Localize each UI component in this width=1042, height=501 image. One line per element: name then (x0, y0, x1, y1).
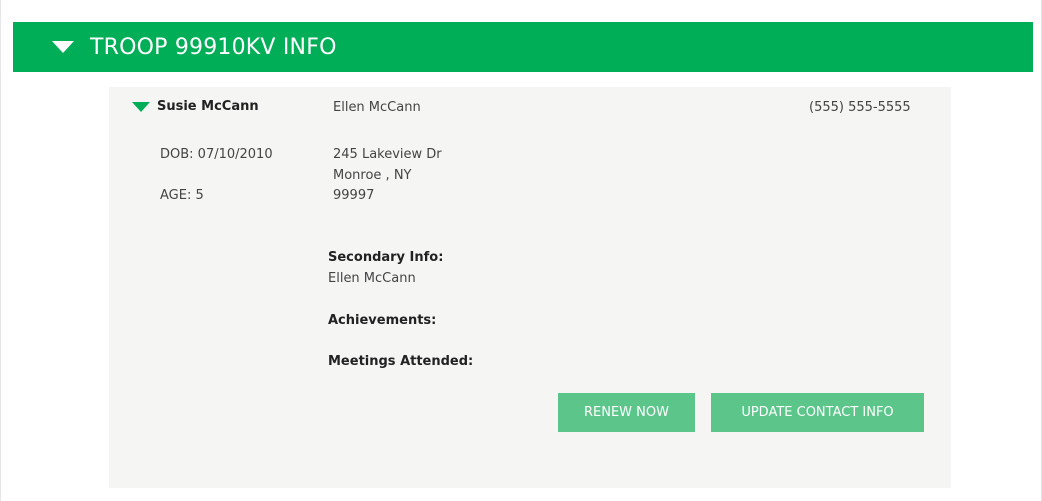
renew-now-button[interactable]: RENEW NOW (558, 393, 695, 432)
secondary-info-value: Ellen McCann (328, 271, 416, 286)
update-contact-info-button[interactable]: UPDATE CONTACT INFO (711, 393, 924, 432)
troop-header-toggle[interactable]: TROOP 99910KV INFO (13, 22, 1033, 72)
caret-down-icon (52, 41, 74, 53)
achievements-label: Achievements: (328, 313, 437, 328)
caret-down-icon (132, 101, 150, 112)
member-card: Susie McCann Ellen McCann (555) 555-5555… (109, 87, 951, 488)
member-name: Susie McCann (157, 99, 259, 114)
member-age: AGE: 5 (160, 188, 204, 203)
troop-title: TROOP 99910KV INFO (90, 34, 337, 60)
member-toggle[interactable]: Susie McCann (132, 99, 259, 114)
member-dob: DOB: 07/10/2010 (160, 147, 273, 162)
guardian-name: Ellen McCann (333, 100, 421, 115)
address-street: 245 Lakeview Dr (333, 147, 442, 162)
address-city-state: Monroe , NY (333, 168, 412, 183)
phone-number: (555) 555-5555 (809, 100, 911, 115)
address-zip: 99997 (333, 188, 375, 203)
page: TROOP 99910KV INFO Susie McCann Ellen Mc… (0, 0, 1042, 501)
meetings-attended-label: Meetings Attended: (328, 354, 474, 369)
secondary-info-label: Secondary Info: (328, 250, 444, 265)
